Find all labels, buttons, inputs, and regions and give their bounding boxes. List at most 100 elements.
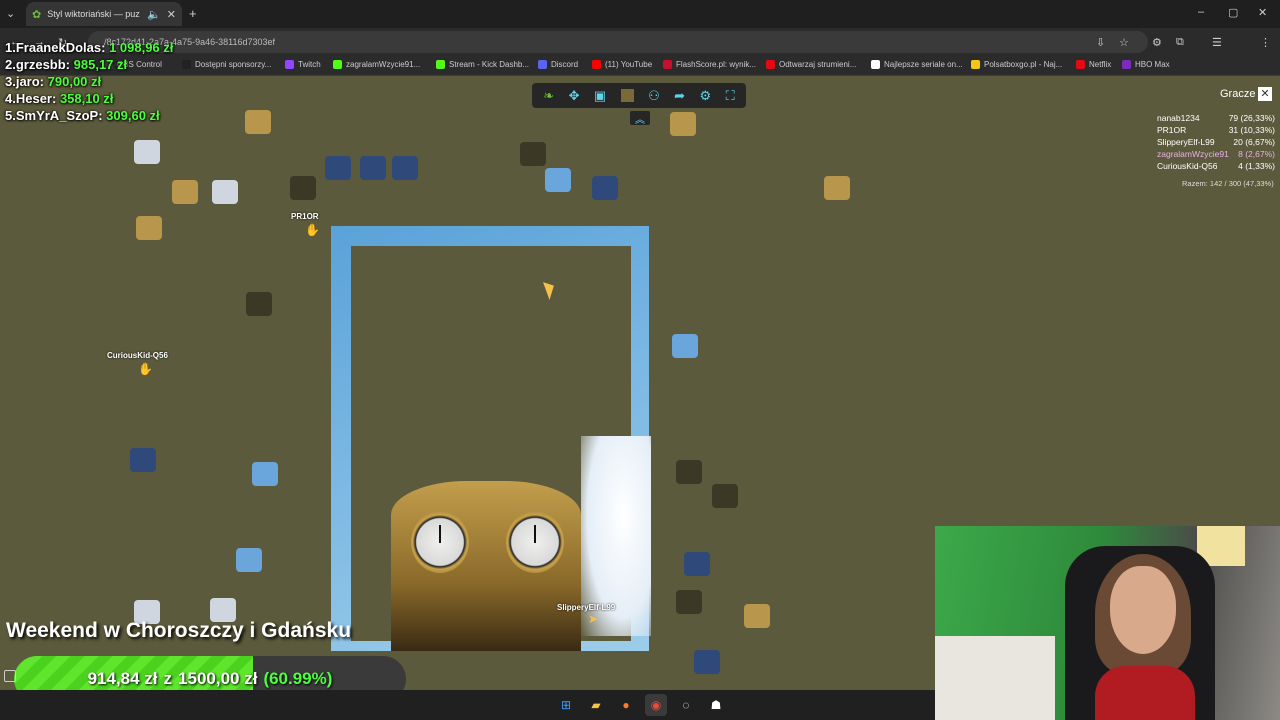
bookmark-item[interactable]: Discord (538, 60, 578, 69)
puzzle-board[interactable] (331, 226, 651, 651)
puzzle-piece[interactable] (252, 462, 278, 486)
puzzle-piece[interactable] (824, 176, 850, 200)
puzzle-piece[interactable] (712, 484, 738, 508)
bookmark-item[interactable]: zagralamWzycie91... (333, 60, 420, 69)
leaderboard-row: 2.grzesbb: 985,17 zł (5, 56, 173, 73)
puzzle-icon[interactable]: ✥ (569, 88, 580, 104)
puzzle-piece[interactable] (694, 650, 720, 674)
bookmark-label: Twitch (298, 60, 321, 69)
bookmark-label: (11) YouTube (605, 60, 653, 69)
puzzle-piece[interactable] (130, 448, 156, 472)
player-name: nanab1234 (1157, 113, 1200, 123)
puzzle-piece[interactable] (134, 140, 160, 164)
player-row: CuriousKid-Q56 4 (1,33%) (1157, 161, 1275, 173)
bookmark-favicon-icon (1122, 60, 1131, 69)
puzzle-piece[interactable] (672, 334, 698, 358)
pointer-cursor-icon: ➤ (588, 612, 599, 626)
menu-icon[interactable]: ⋮ (1260, 36, 1271, 49)
obs-icon[interactable]: ◌ (675, 694, 697, 716)
close-tab-icon[interactable]: ✕ (167, 8, 176, 21)
share-icon[interactable]: ➦ (674, 88, 685, 104)
bookmark-label: Odtwarzaj strumieni... (779, 60, 857, 69)
clock-face-right (506, 511, 564, 573)
puzzle-piece[interactable] (245, 110, 271, 134)
player-row: PR1OR 31 (10,33%) (1157, 125, 1275, 137)
bookmark-label: Polsatboxgo.pl - Naj... (984, 60, 1063, 69)
bookmark-item[interactable]: FlashScore.pl: wynik... (663, 60, 756, 69)
collapse-toolbar-button[interactable]: ︽ (630, 111, 650, 126)
leaderboard-name: 1.FraanekDolas: (5, 40, 106, 55)
goal-title: Weekend w Choroszczy i Gdańsku (6, 619, 352, 642)
leaderboard-amount: 985,17 zł (73, 57, 128, 72)
file-explorer-icon[interactable]: ▰ (585, 694, 607, 716)
speaker-icon[interactable]: 🔈 (147, 8, 161, 21)
bookmark-item[interactable]: Polsatboxgo.pl - Naj... (971, 60, 1062, 69)
bookmark-item[interactable]: (11) YouTube (592, 60, 652, 69)
bookmark-item[interactable]: Odtwarzaj strumieni... (766, 60, 856, 69)
chat-icon[interactable] (4, 670, 16, 682)
players-icon[interactable]: ⚇ (648, 88, 660, 104)
puzzle-piece[interactable] (212, 180, 238, 204)
puzzle-extension-icon[interactable]: ⧉ (1176, 36, 1184, 49)
puzzle-piece[interactable] (676, 460, 702, 484)
minimize-icon[interactable]: – (1198, 6, 1204, 18)
puzzle-piece[interactable] (670, 112, 696, 136)
puzzle-piece[interactable] (325, 156, 351, 180)
bookmark-item[interactable]: Twitch (285, 60, 321, 69)
puzzle-piece[interactable] (236, 548, 262, 572)
puzzle-piece[interactable] (676, 590, 702, 614)
leaf-icon[interactable]: ❧ (543, 88, 554, 104)
puzzle-piece[interactable] (290, 176, 316, 200)
bookmark-label: Netflix (1089, 60, 1112, 69)
puzzle-piece[interactable] (136, 216, 162, 240)
puzzle-piece[interactable] (246, 292, 272, 316)
chrome-icon[interactable]: ◉ (645, 694, 667, 716)
leaderboard-row: 5.SmYrA_SzoP: 309,60 zł (5, 107, 173, 124)
bookmark-item[interactable]: Dostępni sponsorzy... (182, 60, 271, 69)
bookmark-item[interactable]: HBO Max (1122, 60, 1170, 69)
maximize-icon[interactable]: ▢ (1228, 6, 1238, 19)
bookmark-star-icon[interactable]: ☆ (1119, 36, 1129, 49)
puzzle-toolbar: ❧ ✥ ▣ ⚇ ➦ ⚙ ⛶ (532, 83, 746, 108)
install-icon[interactable]: ⇩ (1096, 36, 1105, 49)
firefox-icon[interactable]: ● (615, 694, 637, 716)
puzzle-piece[interactable] (172, 180, 198, 204)
bookmark-favicon-icon (538, 60, 547, 69)
close-window-icon[interactable]: ✕ (1258, 6, 1267, 19)
leaderboard-amount: 309,60 zł (106, 108, 160, 123)
bookmark-item[interactable]: Netflix (1076, 60, 1111, 69)
player-name: SlipperyElf-L99 (1157, 137, 1215, 147)
settings-icon[interactable]: ⚙ (700, 88, 712, 104)
puzzle-piece[interactable] (684, 552, 710, 576)
bookmark-favicon-icon (871, 60, 880, 69)
windows-start-icon[interactable]: ⊞ (555, 694, 577, 716)
bookmark-favicon-icon (436, 60, 445, 69)
background-icon[interactable] (620, 89, 634, 102)
puzzle-piece[interactable] (520, 142, 546, 166)
app-icon[interactable]: ☗ (705, 694, 727, 716)
puzzle-piece[interactable] (744, 604, 770, 628)
browser-tab[interactable]: ✿ Styl wiktoriański — puz 🔈 ✕ (26, 2, 182, 26)
bookmark-favicon-icon (766, 60, 775, 69)
goal-separator: z (163, 669, 173, 688)
hand-cursor-icon: ✋ (138, 362, 153, 376)
bookmark-item[interactable]: Najlepsze seriale on... (871, 60, 963, 69)
tab-list-icon[interactable]: ⌄ (6, 7, 15, 20)
bookmark-item[interactable]: Stream - Kick Dashb... (436, 60, 529, 69)
clock-face-left (411, 511, 469, 573)
total-progress: Razem: 142 / 300 (47,33%) (1182, 179, 1274, 188)
extension-icon[interactable]: ⚙ (1152, 36, 1162, 49)
goal-target: 1500,00 zł (178, 669, 258, 688)
close-players-panel-button[interactable]: ✕ (1258, 87, 1272, 101)
url-field[interactable]: /8c172d41-2a7a-4a75-9a46-38116d7303ef (88, 31, 1148, 53)
preview-icon[interactable]: ▣ (594, 88, 606, 104)
clock-tower-image (391, 481, 581, 651)
sidebar-icon[interactable]: ☰ (1212, 36, 1222, 49)
new-tab-icon[interactable]: + (189, 6, 197, 21)
puzzle-piece[interactable] (392, 156, 418, 180)
cursor-label-curious: CuriousKid-Q56 (107, 351, 168, 360)
puzzle-piece[interactable] (592, 176, 618, 200)
puzzle-piece[interactable] (360, 156, 386, 180)
puzzle-piece[interactable] (545, 168, 571, 192)
fullscreen-icon[interactable]: ⛶ (726, 88, 735, 104)
